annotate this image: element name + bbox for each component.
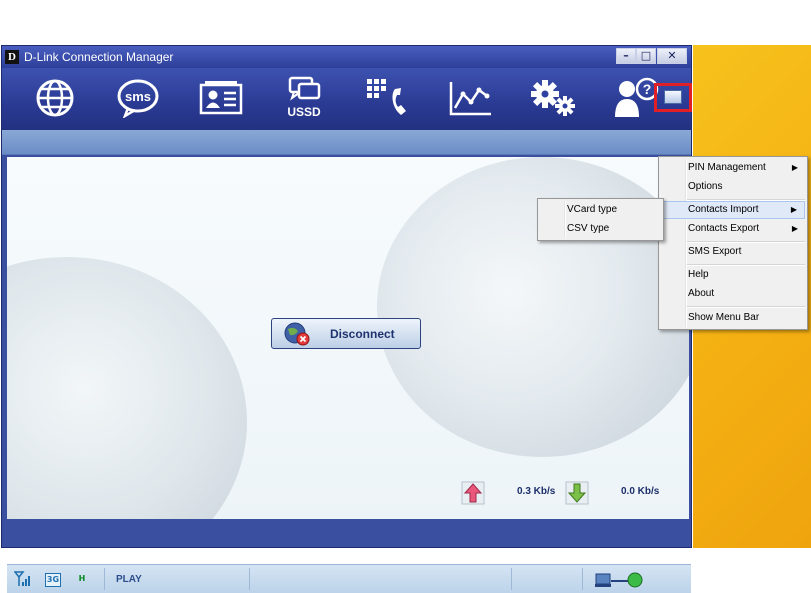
contacts-import-submenu: VCard type CSV type (537, 198, 664, 241)
contacts-card-icon (199, 81, 243, 115)
sub-toolbar (2, 130, 691, 155)
submenu-item-csv[interactable]: CSV type (540, 220, 661, 238)
phone-button[interactable] (359, 74, 415, 122)
phone-dialpad-icon (367, 79, 406, 115)
submenu-arrow-icon: ▶ (791, 224, 798, 233)
download-speed: 0.0 Kb/s (621, 486, 660, 497)
disconnect-button[interactable]: Disconnect (271, 318, 421, 349)
close-button[interactable]: ✕ (657, 48, 687, 64)
status-divider (104, 568, 105, 590)
dlink-logo-icon: D (5, 50, 19, 64)
submenu-item-vcard[interactable]: VCard type (540, 201, 661, 219)
minimize-button[interactable]: – (616, 48, 636, 64)
sms-button[interactable]: sms (110, 74, 166, 122)
internet-button[interactable] (27, 74, 83, 122)
settings-gears-icon (531, 80, 575, 116)
submenu-arrow-icon: ▶ (790, 205, 797, 214)
title-bar[interactable]: D D-Link Connection Manager – □ ✕ (2, 46, 691, 68)
app-window: D D-Link Connection Manager – □ ✕ sms US… (1, 45, 692, 593)
status-divider (249, 568, 250, 590)
hspa-badge: H (78, 574, 86, 583)
ussd-icon: USSD (287, 76, 321, 119)
ussd-button[interactable]: USSD (276, 74, 332, 122)
help-person-icon: ? (615, 77, 659, 117)
statistics-chart-icon (449, 82, 491, 116)
upload-arrow-icon (461, 481, 485, 505)
menu-item-contacts-import[interactable]: Contacts Import ▶ (661, 201, 805, 219)
menu-item-sms-export[interactable]: SMS Export (661, 243, 805, 261)
context-menu: PIN Management ▶ Options Contacts Import ▶… (658, 156, 808, 330)
menu-item-about[interactable]: About (661, 285, 805, 303)
window-title: D-Link Connection Manager (24, 50, 174, 64)
menu-toggle-button[interactable] (654, 83, 692, 112)
svg-text:USSD: USSD (287, 105, 321, 119)
download-arrow-icon (565, 481, 589, 505)
menu-dropdown-icon (664, 90, 682, 104)
menu-separator (687, 306, 805, 308)
main-toolbar: sms USSD ? (2, 68, 691, 130)
contacts-button[interactable] (193, 74, 249, 122)
operator-name: PLAY (116, 574, 142, 585)
menu-item-options[interactable]: Options (661, 178, 805, 196)
upload-speed: 0.3 Kb/s (517, 486, 556, 497)
signal-strength-icon (14, 571, 30, 586)
menu-item-show-menu-bar[interactable]: Show Menu Bar (661, 309, 805, 327)
svg-text:sms: sms (125, 89, 151, 104)
menu-item-help[interactable]: Help (661, 266, 805, 284)
svg-text:?: ? (643, 81, 652, 97)
globe-icon (36, 79, 74, 117)
globe-background-left (7, 257, 247, 519)
disconnect-globe-icon (284, 322, 310, 346)
menu-item-pin-management[interactable]: PIN Management ▶ (661, 159, 805, 177)
status-divider (511, 568, 512, 590)
disconnect-label: Disconnect (330, 327, 395, 341)
network-type-badge: 3G (45, 573, 61, 587)
statistics-button[interactable] (442, 74, 498, 122)
status-divider (582, 568, 583, 590)
submenu-arrow-icon: ▶ (791, 163, 798, 172)
status-bar: 3G H PLAY (7, 564, 691, 593)
menu-item-contacts-export[interactable]: Contacts Export ▶ (661, 220, 805, 238)
sms-icon: sms (117, 79, 159, 118)
maximize-button[interactable]: □ (636, 48, 656, 64)
connection-status-icon (595, 572, 643, 588)
settings-button[interactable] (525, 74, 581, 122)
